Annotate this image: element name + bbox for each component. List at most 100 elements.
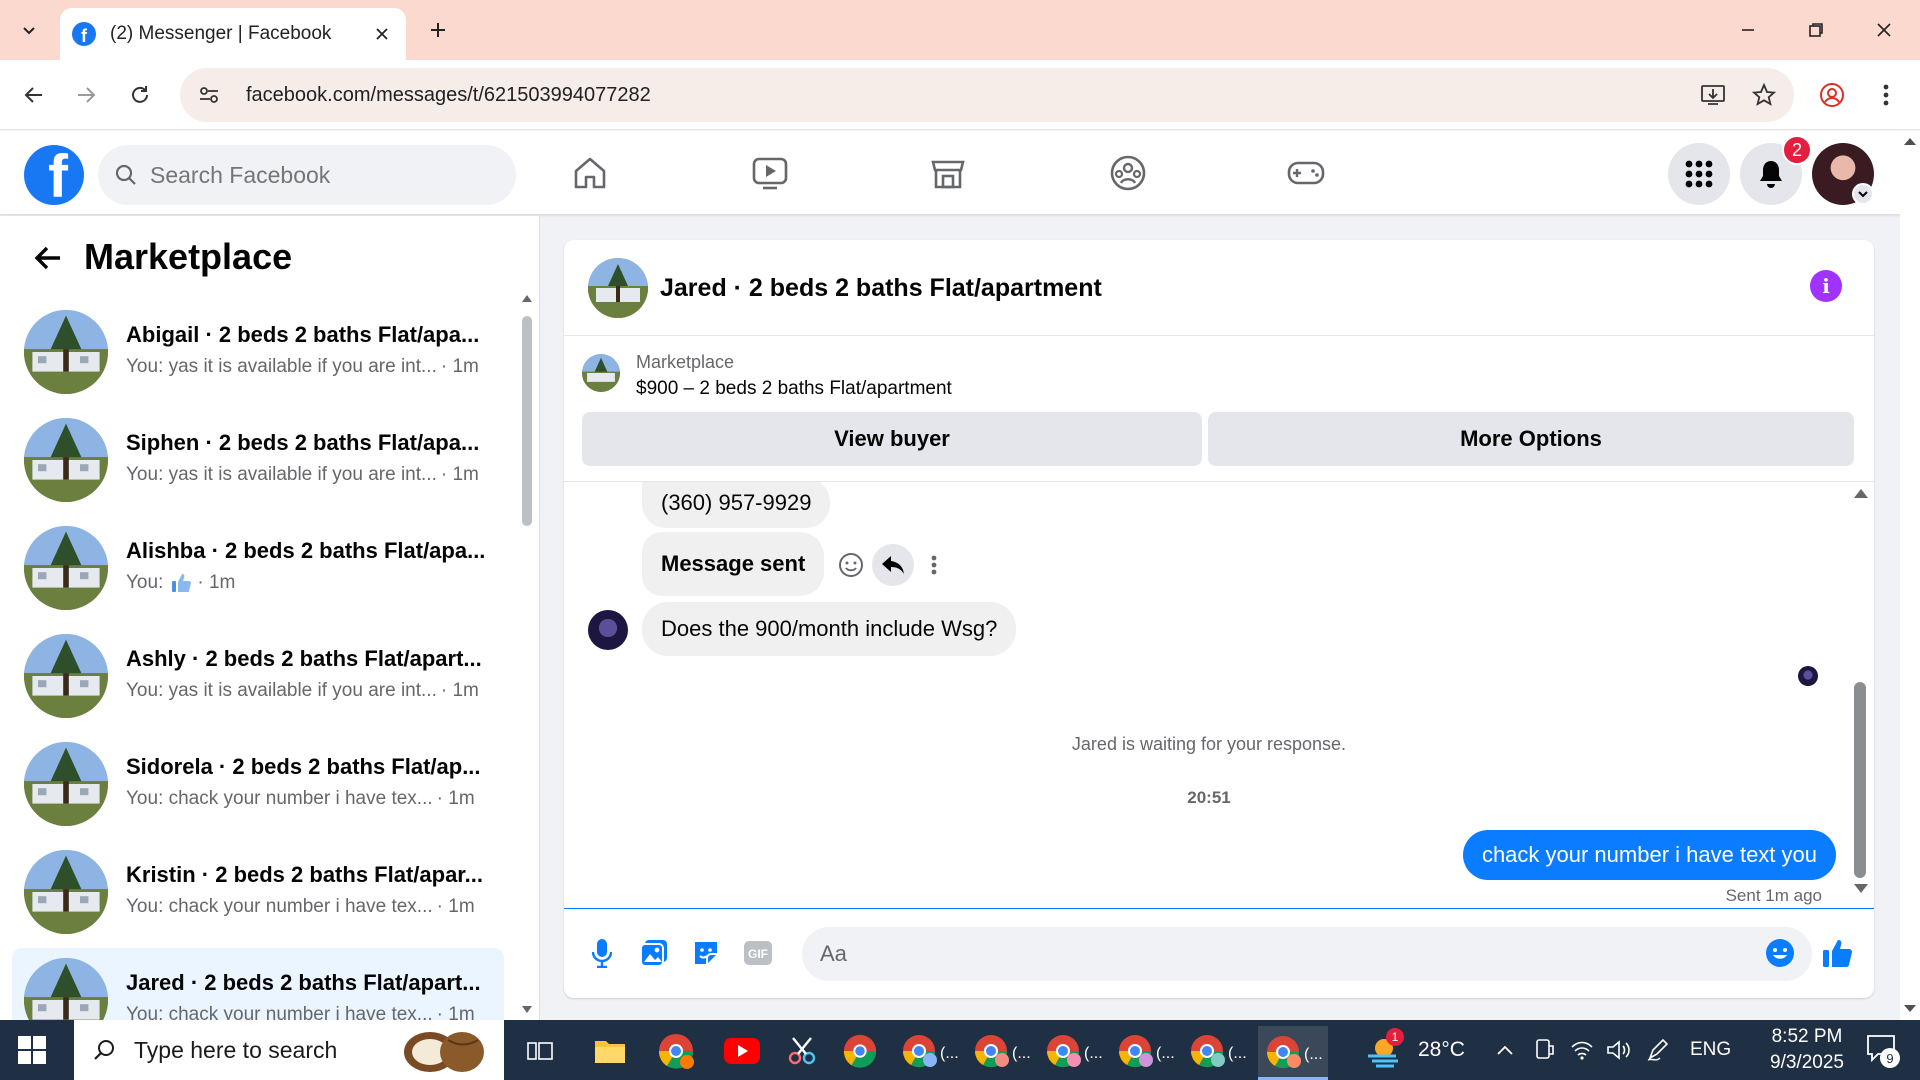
- chrome-window-2[interactable]: (...: [970, 1030, 1032, 1072]
- taskbar-search[interactable]: Type here to search: [74, 1020, 504, 1080]
- conversation-info-button[interactable]: i: [1810, 270, 1842, 302]
- message-timestamp: 20:51: [1187, 788, 1231, 807]
- chrome-profile-app-button[interactable]: [652, 1030, 700, 1072]
- message-input[interactable]: [802, 927, 1812, 981]
- new-tab-button[interactable]: [422, 16, 454, 44]
- scroll-up-icon[interactable]: [1854, 488, 1868, 498]
- view-buyer-button[interactable]: View buyer: [582, 412, 1202, 466]
- conversation-item[interactable]: Ashly · 2 beds 2 baths Flat/apart... You:…: [12, 624, 504, 728]
- tab-close-button[interactable]: [370, 22, 394, 46]
- browser-menu-button[interactable]: [1868, 77, 1904, 113]
- site-settings-icon[interactable]: [198, 84, 220, 106]
- restore-button[interactable]: [1792, 10, 1840, 50]
- conversation-item[interactable]: Sidorela · 2 beds 2 baths Flat/ap... You:…: [12, 732, 504, 836]
- file-explorer-button[interactable]: [586, 1030, 634, 1072]
- more-options-button[interactable]: More Options: [1208, 412, 1854, 466]
- more-vertical-icon: [931, 555, 937, 575]
- chrome-icon: [658, 1034, 694, 1069]
- chrome-button[interactable]: [836, 1030, 884, 1072]
- chrome-window-3[interactable]: (...: [1042, 1030, 1104, 1072]
- message-text: chack your number i have text you: [1481, 842, 1817, 867]
- browser-tab-active[interactable]: f (2) Messenger | Facebook: [60, 8, 406, 60]
- chrome-window-1[interactable]: (...: [898, 1030, 960, 1072]
- message-more-button[interactable]: [924, 550, 944, 580]
- chat-title[interactable]: Jared · 2 beds 2 baths Flat/apartment: [660, 274, 1102, 303]
- facebook-search[interactable]: [98, 145, 516, 205]
- weather-widget[interactable]: 1 28°C: [1364, 1020, 1465, 1080]
- sticker-button[interactable]: [686, 933, 726, 973]
- conversation-item[interactable]: Siphen · 2 beds 2 baths Flat/apa... You: …: [12, 408, 504, 512]
- like-button[interactable]: [1818, 933, 1858, 973]
- clock[interactable]: 8:52 PM 9/3/2025: [1752, 1020, 1862, 1080]
- message-bubble-question[interactable]: Does the 900/month include Wsg?: [642, 602, 1017, 656]
- scroll-down-icon[interactable]: [1854, 884, 1868, 894]
- chrome-window-6-active[interactable]: (...: [1258, 1026, 1328, 1080]
- back-button[interactable]: [16, 77, 52, 113]
- tab-search-button[interactable]: [12, 14, 46, 46]
- windows-taskbar: Type here to search (... (... (... (... …: [0, 1020, 1920, 1080]
- forward-button[interactable]: [68, 77, 104, 113]
- minimize-button[interactable]: [1724, 10, 1772, 50]
- gif-button[interactable]: GIF: [738, 933, 778, 973]
- address-bar[interactable]: facebook.com/messages/t/621503994077282: [180, 68, 1794, 122]
- notification-center-button[interactable]: 9: [1866, 1020, 1900, 1080]
- youtube-button[interactable]: [718, 1030, 766, 1072]
- emoji-button[interactable]: [1760, 933, 1800, 973]
- conversation-item[interactable]: Abigail · 2 beds 2 baths Flat/apa... You:…: [12, 300, 504, 404]
- windows-start-icon[interactable]: [16, 1034, 48, 1066]
- scroll-up-icon[interactable]: [1904, 137, 1916, 145]
- scroll-down-icon[interactable]: [522, 1006, 532, 1014]
- profile-button[interactable]: [1814, 77, 1850, 113]
- sidebar-back-button[interactable]: [28, 238, 68, 278]
- read-receipt-avatar: [1798, 666, 1818, 686]
- facebook-logo-icon[interactable]: f: [24, 145, 84, 205]
- listing-thumbnail[interactable]: [582, 354, 620, 392]
- meet-now-button[interactable]: [1534, 1020, 1556, 1080]
- message-bubble-phone[interactable]: (360) 957-9929: [642, 482, 831, 528]
- reply-button[interactable]: [872, 544, 914, 586]
- chat-avatar[interactable]: [588, 258, 648, 318]
- chrome-window-5[interactable]: (...: [1186, 1030, 1248, 1072]
- conversation-avatar: [24, 634, 108, 718]
- thread-scroll-thumb[interactable]: [1854, 682, 1866, 878]
- url-text[interactable]: facebook.com/messages/t/621503994077282: [246, 84, 1674, 107]
- message-bubble-sent-notice[interactable]: Message sent: [642, 532, 825, 596]
- thumbs-up-icon: [172, 574, 192, 592]
- nav-marketplace[interactable]: [922, 149, 974, 197]
- tree-house-thumbnail: [24, 418, 108, 502]
- conversation-item[interactable]: Alishba · 2 beds 2 baths Flat/apa... You:…: [12, 516, 504, 620]
- task-view-button[interactable]: [516, 1030, 564, 1072]
- account-menu-button[interactable]: [1852, 183, 1874, 205]
- input-language-button[interactable]: ENG: [1690, 1020, 1731, 1080]
- network-button[interactable]: [1570, 1020, 1594, 1080]
- pen-button[interactable]: [1646, 1020, 1670, 1080]
- listing-price[interactable]: $900 – 2 beds 2 baths Flat/apartment: [636, 378, 952, 400]
- conversation-item[interactable]: Jared · 2 beds 2 baths Flat/apart... You:…: [12, 948, 504, 1020]
- nav-gaming[interactable]: [1280, 149, 1332, 197]
- message-bubble-reply[interactable]: chack your number i have text you: [1462, 830, 1836, 880]
- nav-groups[interactable]: [1102, 149, 1154, 197]
- sender-avatar[interactable]: [588, 610, 628, 650]
- reload-button[interactable]: [122, 77, 158, 113]
- install-app-icon[interactable]: [1700, 83, 1726, 107]
- nav-home[interactable]: [564, 149, 616, 197]
- chrome-window-4[interactable]: (...: [1114, 1030, 1176, 1072]
- sidebar-scroll-thumb[interactable]: [522, 316, 532, 526]
- scroll-down-icon[interactable]: [1904, 1005, 1916, 1013]
- bookmark-star-icon[interactable]: [1752, 83, 1776, 107]
- conversation-item[interactable]: Kristin · 2 beds 2 baths Flat/apar... You…: [12, 840, 504, 944]
- menu-button[interactable]: [1668, 143, 1730, 205]
- window-close-button[interactable]: [1860, 10, 1908, 50]
- scroll-up-icon[interactable]: [522, 294, 532, 302]
- volume-button[interactable]: [1606, 1020, 1632, 1080]
- tree-house-thumbnail: [24, 310, 108, 394]
- react-button[interactable]: [836, 550, 866, 580]
- nav-video[interactable]: [744, 149, 796, 197]
- show-hidden-icons-button[interactable]: [1496, 1020, 1514, 1080]
- language-label: ENG: [1690, 1039, 1732, 1060]
- attach-photo-button[interactable]: [634, 933, 674, 973]
- voice-clip-button[interactable]: [582, 933, 622, 973]
- facebook-search-input[interactable]: [150, 161, 490, 189]
- page-scrollbar[interactable]: [1900, 131, 1920, 1020]
- snipping-tool-button[interactable]: [778, 1030, 826, 1072]
